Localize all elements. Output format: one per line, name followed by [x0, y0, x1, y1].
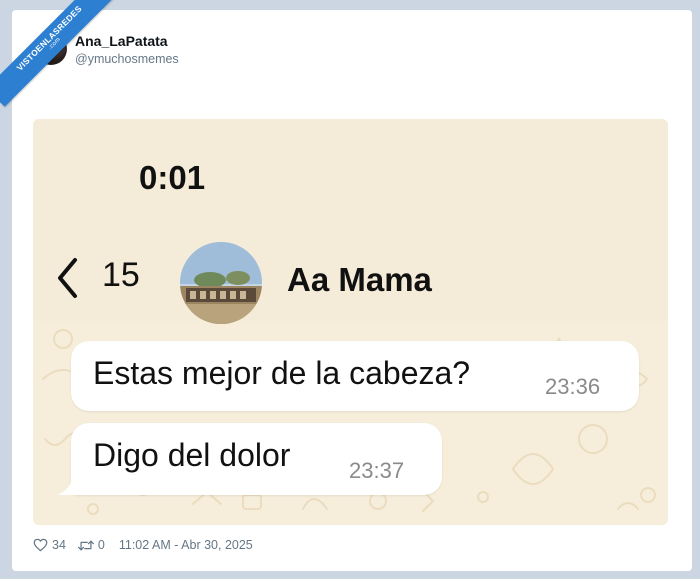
tweet-footer: 34 0 11:02 AM - Abr 30, 2025	[33, 537, 253, 553]
chat-screenshot: 0:01 15 Aa Mama Estas mejor de la cabeza…	[33, 119, 668, 525]
message-bubble[interactable]: Digo del dolor 23:37	[71, 423, 442, 495]
chevron-left-icon[interactable]	[55, 256, 79, 300]
message-bubble[interactable]: Estas mejor de la cabeza? 23:36	[71, 341, 639, 411]
message-text: Estas mejor de la cabeza?	[93, 355, 471, 391]
heart-icon	[33, 538, 48, 552]
contact-photo-icon	[180, 242, 262, 324]
back-unread-count[interactable]: 15	[102, 256, 140, 295]
message-time: 23:36	[545, 374, 601, 399]
like-button[interactable]: 34	[33, 538, 66, 552]
author-handle[interactable]: @ymuchosmemes	[75, 52, 179, 66]
retweet-button[interactable]: 0	[77, 538, 105, 552]
retweet-count: 0	[97, 538, 105, 552]
message-text: Digo del dolor	[93, 437, 291, 473]
status-clock: 0:01	[139, 159, 206, 196]
bubble-tail	[57, 477, 79, 495]
contact-name[interactable]: Aa Mama	[287, 261, 432, 299]
tweet-timestamp[interactable]: 11:02 AM - Abr 30, 2025	[119, 538, 253, 552]
like-count: 34	[52, 538, 66, 552]
contact-avatar[interactable]	[180, 242, 262, 324]
tweet-card: VISTOENLASREDES .com Ana_LaPatata @ymuch…	[0, 0, 692, 571]
retweet-icon	[77, 540, 94, 550]
message-time: 23:37	[349, 458, 405, 483]
author-name[interactable]: Ana_LaPatata	[75, 33, 168, 49]
